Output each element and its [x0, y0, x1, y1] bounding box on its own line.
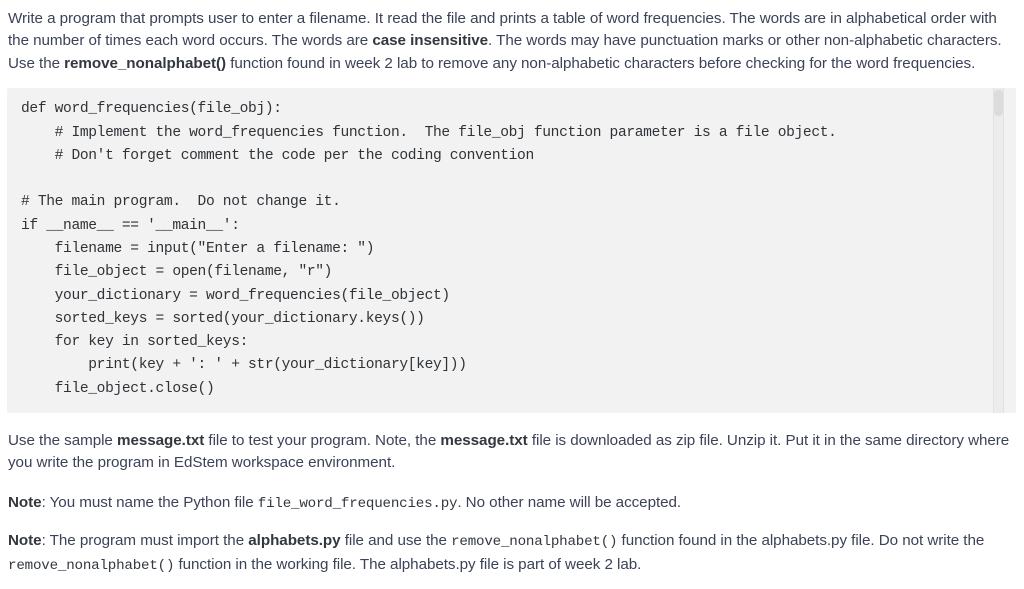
note-import-label: Note [8, 532, 42, 550]
intro-bold-case-insensitive: case insensitive [372, 32, 489, 50]
note-import-text-part-2: file and use the [340, 532, 452, 550]
note-import-text-part-3: function found in the alphabets.py file.… [617, 532, 985, 550]
note-filename-paragraph: Note: You must name the Python file file… [0, 492, 1024, 515]
note-filename-label: Note [8, 493, 42, 511]
note-import-text-part-1: : The program must import the [41, 532, 249, 550]
intro-bold-remove-nonalphabet: remove_nonalphabet() [64, 54, 227, 72]
intro-paragraph: Write a program that prompts user to ent… [0, 0, 1024, 75]
assignment-document: Write a program that prompts user to ent… [0, 0, 1024, 589]
sample-file-paragraph: Use the sample message.txt file to test … [0, 430, 1024, 475]
note-import-bold-alphabets-py: alphabets.py [248, 532, 341, 550]
code-block[interactable]: def word_frequencies(file_obj): # Implem… [7, 88, 1016, 414]
note-filename-text-part-1: : You must name the Python file [41, 493, 258, 511]
sample-text-part-2: file to test your program. Note, the [204, 432, 441, 450]
note-import-text-part-4: function in the working file. The alphab… [174, 555, 642, 573]
sample-bold-message-txt-2: message.txt [440, 432, 528, 450]
note-import-code-2: remove_nonalphabet() [8, 557, 175, 574]
note-filename-text-part-2: . No other name will be accepted. [457, 493, 682, 511]
intro-text-part-3: function found in week 2 lab to remove a… [226, 54, 976, 72]
sample-bold-message-txt-1: message.txt [117, 432, 205, 450]
code-block-scrollbar-thumb[interactable] [994, 90, 1003, 117]
code-block-scrollbar[interactable] [993, 88, 1004, 414]
note-filename-code: file_word_frequencies.py [257, 495, 458, 512]
sample-text-part-1: Use the sample [8, 432, 117, 450]
code-block-content: def word_frequencies(file_obj): # Implem… [21, 101, 837, 397]
note-import-code-1: remove_nonalphabet() [451, 534, 618, 551]
note-import-paragraph: Note: The program must import the alphab… [0, 530, 1024, 577]
